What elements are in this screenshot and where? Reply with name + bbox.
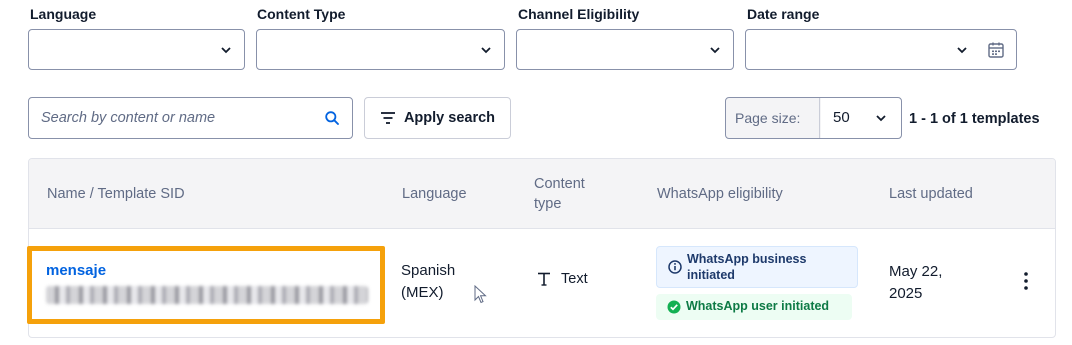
table-header: Name / Template SID Language Content typ… [29, 159, 1055, 229]
whatsapp-user-label: WhatsApp user initiated [686, 299, 830, 313]
content-type-select[interactable] [256, 29, 505, 70]
page-size-value-box[interactable]: 50 [821, 98, 901, 138]
page-size-value: 50 [833, 109, 850, 126]
page-size-label: Page size: [726, 98, 820, 138]
highlight-box [27, 246, 385, 324]
channel-eligibility-select[interactable] [516, 29, 734, 70]
chevron-down-icon [957, 47, 967, 54]
chevron-down-icon [481, 47, 491, 54]
search-input[interactable] [29, 98, 309, 138]
apply-search-button[interactable]: Apply search [364, 97, 511, 139]
more-options-icon[interactable] [1016, 270, 1036, 292]
chevron-down-icon [221, 47, 231, 54]
chevron-down-icon [710, 47, 720, 54]
content-type-cell: Text [536, 271, 588, 287]
page-size-select[interactable]: Page size: 50 [725, 97, 902, 139]
header-language: Language [402, 186, 467, 202]
search-icon[interactable] [324, 110, 340, 126]
language-filter-label: Language [30, 6, 97, 22]
info-icon [668, 260, 682, 274]
date-range-select[interactable] [745, 29, 1017, 70]
content-type-value: Text [561, 271, 588, 287]
language-select[interactable] [28, 29, 245, 70]
apply-search-label: Apply search [403, 110, 496, 126]
mouse-cursor-icon [474, 285, 487, 304]
result-count: 1 - 1 of 1 templates [909, 111, 1040, 127]
filter-icon [380, 112, 395, 124]
template-language: Spanish (MEX) [401, 262, 456, 301]
header-whatsapp-eligibility: WhatsApp eligibility [657, 186, 783, 202]
check-circle-icon [667, 300, 681, 314]
whatsapp-business-badge: WhatsApp business initiated [656, 246, 858, 288]
header-name: Name / Template SID [47, 186, 185, 202]
text-type-icon [538, 272, 550, 286]
chevron-down-icon [876, 115, 886, 122]
last-updated-value: May 22, 2025 [889, 263, 943, 302]
search-box [28, 97, 353, 139]
date-range-filter-label: Date range [747, 6, 820, 22]
content-type-filter-label: Content Type [257, 6, 346, 22]
whatsapp-user-badge: WhatsApp user initiated [656, 294, 852, 320]
whatsapp-business-label: WhatsApp business initiated [687, 252, 807, 282]
header-content-type: Content type [534, 176, 585, 212]
header-last-updated: Last updated [889, 186, 973, 202]
calendar-icon[interactable] [986, 40, 1006, 60]
channel-eligibility-filter-label: Channel Eligibility [518, 6, 640, 22]
